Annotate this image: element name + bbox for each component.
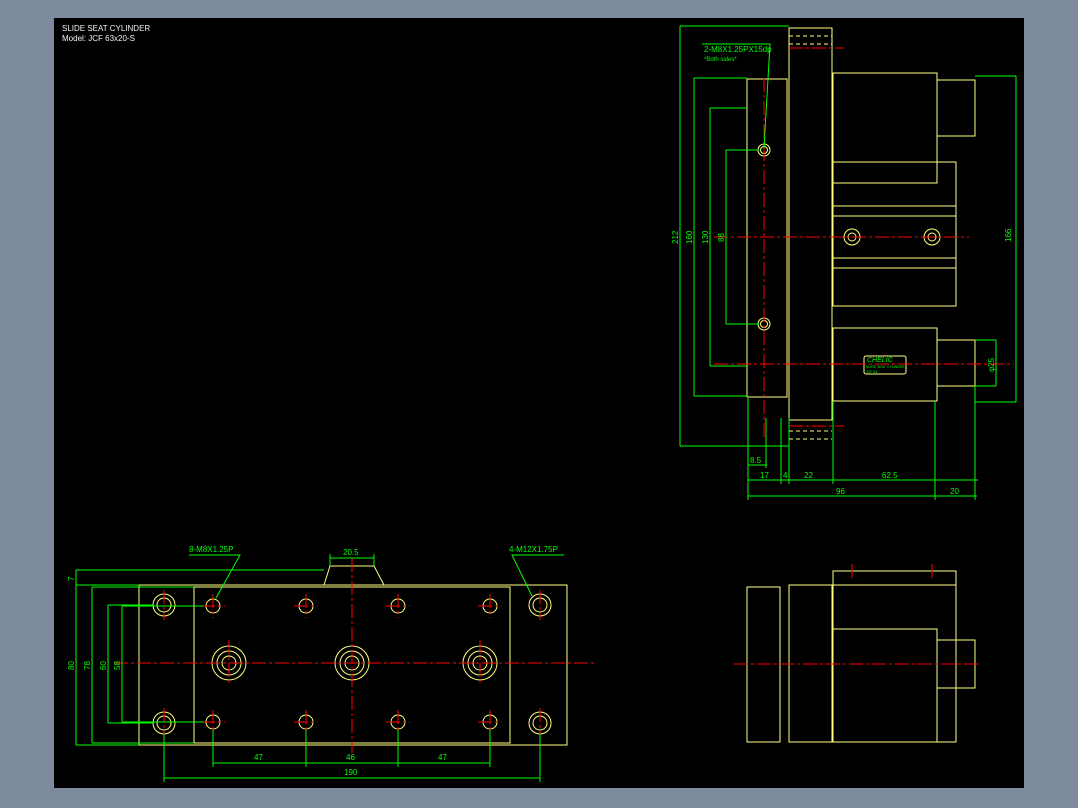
dim-46: 46 (346, 753, 355, 762)
upper-cylinder-body (832, 72, 938, 184)
side-view-centerlines (714, 47, 1014, 438)
callout-text: 2-M8X1.25PX15dp (704, 45, 772, 54)
dim-phi25: φ25 (987, 357, 996, 372)
brand-logo: CHELIC (867, 357, 894, 364)
label-line-2: JCF 63 (866, 370, 877, 374)
dim-47-left: 47 (254, 753, 263, 762)
top-boss (323, 565, 385, 586)
dim-58: 58 (113, 661, 122, 670)
plan-view-outline (138, 565, 568, 746)
dim-47-right: 47 (438, 753, 447, 762)
lower-rod (936, 339, 976, 387)
dim-190: 190 (344, 768, 358, 777)
dim-20: 20 (950, 487, 959, 496)
upper-rod (936, 79, 976, 137)
slide-seat-body (788, 27, 833, 421)
end-cylinder-body (832, 570, 957, 743)
dim-60: 60 (99, 661, 108, 670)
dim-17: 17 (760, 471, 769, 480)
callout-left: 8-M8X1.25P (189, 545, 233, 554)
dim-96: 96 (836, 487, 845, 496)
center-block (832, 161, 957, 307)
dim-80: 80 (67, 661, 76, 670)
dim-8-5: 8.5 (750, 456, 762, 465)
label-line-1: SLIDE SEAT CYLINDER (866, 365, 905, 369)
side-view-outline (746, 27, 976, 440)
dim-212: 212 (671, 230, 680, 244)
plan-view: 8-M8X1.25P 4-M12X1.75P 20.5 7 80 78 60 5… (67, 545, 594, 782)
callout-right: 4-M12X1.75P (509, 545, 558, 554)
dim-160: 160 (685, 230, 694, 244)
side-view: 2-M8X1.25PX15dp *Both sides* 212 160 130… (671, 25, 1017, 500)
dim-7: 7 (67, 576, 76, 581)
cad-drawing: 2-M8X1.25PX15dp *Both sides* 212 160 130… (67, 25, 1017, 782)
dim-166: 166 (1004, 228, 1013, 242)
callout-note: *Both sides* (704, 57, 737, 63)
dim-88: 88 (717, 233, 726, 242)
base-plate (138, 584, 568, 746)
dim-4: 4 (783, 471, 788, 480)
slide-plate (746, 78, 788, 398)
side-view-dim-texts: 2-M8X1.25PX15dp *Both sides* 212 160 130… (671, 45, 1013, 496)
product-label: CHELIC SLIDE SEAT CYLINDER JCF 63 (866, 357, 905, 374)
end-view-outline (746, 570, 976, 743)
plan-view-dim-texts: 8-M8X1.25P 4-M12X1.75P 20.5 7 80 78 60 5… (67, 545, 558, 777)
dim-62-5: 62.5 (882, 471, 898, 480)
dim-22: 22 (804, 471, 813, 480)
end-view (734, 564, 979, 743)
dim-20-5: 20.5 (343, 548, 359, 557)
dim-130: 130 (701, 230, 710, 244)
end-view-centerlines (734, 564, 979, 665)
dim-78: 78 (83, 661, 92, 670)
drawing-viewport[interactable]: SLIDE SEAT CYLINDER Model: JCF 63x20-S 2… (54, 18, 1024, 788)
side-view-dimensions (679, 25, 1017, 500)
